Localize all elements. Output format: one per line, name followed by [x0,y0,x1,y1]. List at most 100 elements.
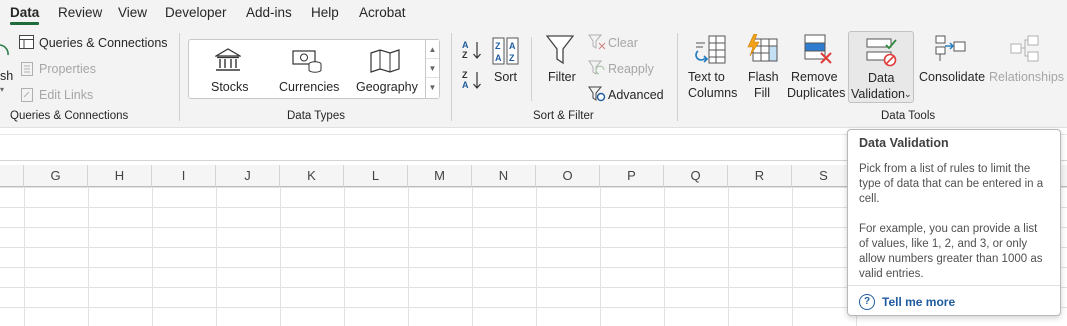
column-header-h[interactable]: H [88,165,152,187]
ribbon-tabs: Data Review View Developer Add-ins Help … [0,0,1067,27]
grid-line [152,187,153,326]
data-validation-tooltip: Data Validation Pick from a list of rule… [847,129,1061,316]
filter-label: Filter [548,70,576,84]
clear-label: Clear [608,36,638,50]
column-header-j[interactable]: J [216,165,280,187]
svg-text:Z: Z [509,53,515,63]
group-separator [451,33,452,121]
svg-text:Z: Z [462,50,468,60]
sort-filter-group-label: Sort & Filter [533,110,594,122]
tell-me-more-link[interactable]: ? Tell me more [859,294,955,310]
advanced-label: Advanced [608,88,664,102]
filter-icon [546,35,574,65]
flash-fill-label-2: Fill [754,86,770,100]
flash-fill-label-1: Flash [748,70,779,84]
tooltip-description: Pick from a list of rules to limit the t… [859,163,1044,205]
data-validation-icon [866,38,897,67]
relationships-icon [1010,35,1039,62]
grid-line [216,187,217,326]
grid-line [408,187,409,326]
geography-label: Geography [356,80,418,94]
gallery-down-icon[interactable]: ▼ [426,59,439,78]
tab-view[interactable]: View [118,5,147,20]
data-types-gallery: Stocks Currencies Geography ▲ ▼ ▼ [188,39,440,99]
grid-line [88,187,89,326]
flash-fill-icon [747,34,778,62]
group-separator [179,33,180,121]
grid-line [536,187,537,326]
column-header-p[interactable]: P [600,165,664,187]
gallery-more-icon[interactable]: ▼ [426,78,439,97]
column-header-k[interactable]: K [280,165,344,187]
sort-descending-icon: Z A [462,70,481,90]
consolidate-icon [935,35,966,61]
refresh-icon [0,44,9,56]
gallery-up-icon[interactable]: ▲ [426,40,439,59]
grid-line [792,187,793,326]
queries-connections-group-label: Queries & Connections [10,110,129,122]
remove-duplicates-label-2: Duplicates [787,86,846,100]
stocks-icon [215,48,241,71]
sort-icon: Z A A Z [492,37,519,65]
sort-ascending-icon: A Z [462,40,481,60]
tab-acrobat[interactable]: Acrobat [359,5,406,20]
text-to-columns-icon [695,35,726,64]
svg-text:A: A [462,40,469,50]
refresh-all-label: sh [0,69,14,83]
properties-icon [21,62,33,76]
remove-duplicates-label-1: Remove [791,70,838,84]
column-header-g[interactable]: G [24,165,88,187]
text-to-columns-label-2: Columns [688,86,738,100]
queries-connections-label: Queries & Connections [39,36,168,50]
column-header-r[interactable]: R [728,165,792,187]
grid-line [664,187,665,326]
button-separator [531,37,532,101]
edit-links-label: Edit Links [39,88,94,102]
remove-duplicates-icon [804,34,832,64]
column-header-q[interactable]: Q [664,165,728,187]
tab-developer[interactable]: Developer [165,5,227,20]
reapply-label: Reapply [608,62,654,76]
svg-text:A: A [509,41,516,51]
help-icon: ? [859,294,875,310]
currencies-label: Currencies [279,80,340,94]
currencies-icon [292,50,322,73]
column-header-l[interactable]: L [344,165,408,187]
column-header-partial[interactable] [0,165,24,187]
svg-text:A: A [495,53,502,63]
gallery-scrollbar[interactable]: ▲ ▼ ▼ [425,40,439,98]
clear-filter-icon [588,34,606,50]
edit-links-icon [21,88,33,102]
data-tools-group-label: Data Tools [881,110,936,122]
grid-line [728,187,729,326]
grid-line [600,187,601,326]
queries-connections-icon [19,35,34,49]
svg-text:A: A [462,80,469,90]
sort-label: Sort [494,70,517,84]
column-header-m[interactable]: M [408,165,472,187]
text-to-columns-label-1: Text to [688,70,725,84]
column-header-i[interactable]: I [152,165,216,187]
stocks-label: Stocks [211,80,249,94]
column-header-n[interactable]: N [472,165,536,187]
data-validation-label-1: Data [868,71,895,85]
tab-help[interactable]: Help [311,5,339,20]
tab-data[interactable]: Data [10,5,39,20]
grid-line [472,187,473,326]
tab-review[interactable]: Review [58,5,102,20]
grid-line [280,187,281,326]
tab-add-ins[interactable]: Add-ins [246,5,292,20]
reapply-icon [588,60,605,75]
data-validation-button[interactable]: Data Validation ⌄ [848,31,914,103]
chevron-down-icon: ⌄ [904,89,912,99]
ribbon: sh ▾ Queries & Connections Properties Ed… [0,27,1067,128]
column-header-o[interactable]: O [536,165,600,187]
grid-line [344,187,345,326]
geography-icon [370,49,400,73]
grid-line [24,187,25,326]
group-separator [677,33,678,121]
active-tab-indicator [10,22,39,25]
data-validation-label-2: Validation [851,87,905,101]
tooltip-title: Data Validation [859,136,949,150]
svg-text:Z: Z [495,41,501,51]
